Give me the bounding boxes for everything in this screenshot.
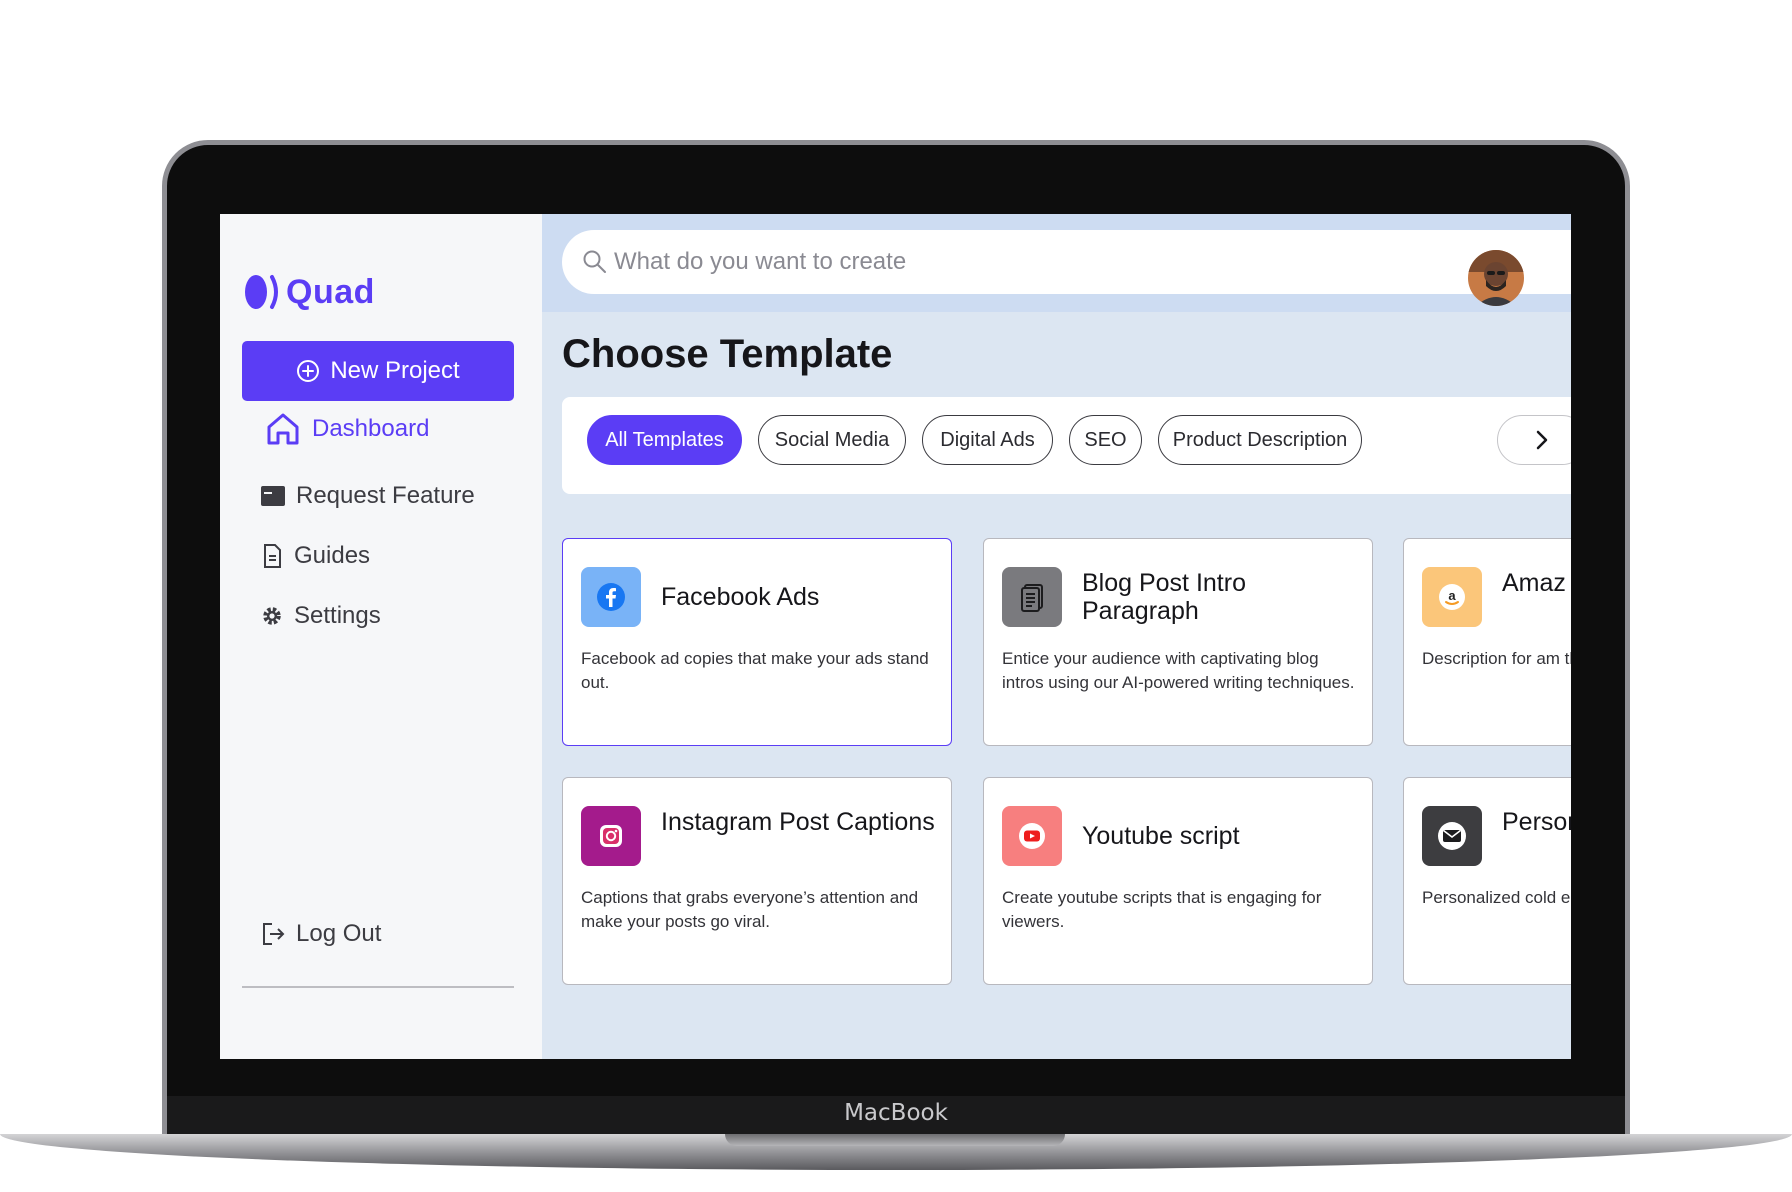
new-project-button[interactable]: New Project xyxy=(242,341,514,401)
search-icon xyxy=(582,249,608,275)
instagram-icon xyxy=(581,806,641,866)
laptop-notch xyxy=(725,1134,1065,1146)
nav-item-dashboard[interactable]: Dashboard xyxy=(264,410,429,448)
logout-button[interactable]: Log Out xyxy=(260,920,381,948)
template-card-facebook-ads[interactable]: Facebook Ads Facebook ad copies that mak… xyxy=(562,538,952,746)
template-title: Facebook Ads xyxy=(661,583,820,611)
nav-label-guides: Guides xyxy=(294,542,371,569)
template-title: Blog Post Intro Paragraph xyxy=(1082,569,1246,625)
youtube-icon xyxy=(1002,806,1062,866)
template-description: Captions that grabs everyone’s attention… xyxy=(581,888,919,931)
nav-label-dashboard: Dashboard xyxy=(312,415,430,442)
template-title: Amaz Descri xyxy=(1502,569,1571,597)
mail-icon xyxy=(1422,806,1482,866)
template-card-amazon-description[interactable]: a Amaz Descri Description for am the fir… xyxy=(1403,538,1571,746)
template-description: Personalized cold e your target audien xyxy=(1422,888,1571,907)
template-card-instagram-captions[interactable]: Instagram Post Captions Captions that gr… xyxy=(562,777,952,985)
template-card-youtube-script[interactable]: Youtube script Create youtube scripts th… xyxy=(983,777,1373,985)
filter-next-button[interactable] xyxy=(1497,415,1571,465)
filter-chip-product-description[interactable]: Product Description xyxy=(1158,415,1362,465)
svg-text:a: a xyxy=(1448,588,1456,603)
logo-mark-icon xyxy=(242,272,282,312)
chevron-right-icon xyxy=(1534,429,1550,451)
template-card-personalized-emails[interactable]: Person Emails Personalized cold e your t… xyxy=(1403,777,1571,985)
document-icon xyxy=(260,543,284,569)
app-screen: Quad New Project Dashboard Request Featu… xyxy=(220,214,1571,1059)
template-description: Description for am the first page. xyxy=(1422,649,1571,668)
home-icon xyxy=(264,410,302,448)
new-project-label: New Project xyxy=(330,357,460,384)
search-bar[interactable] xyxy=(562,230,1571,306)
template-title: Person Emails xyxy=(1502,808,1571,836)
filter-chip-digital-ads[interactable]: Digital Ads xyxy=(922,415,1053,465)
nav-item-settings[interactable]: Settings xyxy=(260,602,381,630)
laptop-brand-label: MacBook xyxy=(844,1100,948,1126)
filter-chip-seo[interactable]: SEO xyxy=(1069,415,1142,465)
avatar[interactable] xyxy=(1468,250,1524,306)
logout-icon xyxy=(260,921,286,947)
template-description: Entice your audience with captivating bl… xyxy=(1002,649,1355,692)
logout-label: Log Out xyxy=(296,920,382,947)
brand-name: Quad xyxy=(286,272,375,311)
filter-chip-social-media[interactable]: Social Media xyxy=(758,415,906,465)
filter-chip-all-templates[interactable]: All Templates xyxy=(587,415,742,465)
brand-logo[interactable]: Quad xyxy=(242,272,375,312)
sidebar-divider xyxy=(242,986,514,988)
template-title: Instagram Post Captions xyxy=(661,808,935,836)
gear-icon xyxy=(260,604,284,628)
nav-label-settings: Settings xyxy=(294,602,381,629)
facebook-icon xyxy=(581,567,641,627)
nav-item-guides[interactable]: Guides xyxy=(260,542,370,570)
nav-label-request-feature: Request Feature xyxy=(296,482,475,509)
filter-bar: All Templates Social Media Digital Ads S… xyxy=(562,397,1571,494)
amazon-icon: a xyxy=(1422,567,1482,627)
document-icon xyxy=(1002,567,1062,627)
topbar xyxy=(542,214,1571,312)
template-description: Create youtube scripts that is engaging … xyxy=(1002,888,1322,931)
plus-circle-icon xyxy=(296,359,320,383)
template-description: Facebook ad copies that make your ads st… xyxy=(581,649,929,692)
template-card-blog-post-intro[interactable]: Blog Post Intro Paragraph Entice your au… xyxy=(983,538,1373,746)
template-title: Youtube script xyxy=(1082,822,1240,850)
nav-item-request-feature[interactable]: Request Feature xyxy=(260,482,475,510)
page-title: Choose Template xyxy=(562,332,893,376)
window-icon xyxy=(260,484,286,508)
sidebar: Quad New Project Dashboard Request Featu… xyxy=(220,214,542,1059)
search-input[interactable] xyxy=(612,247,1416,277)
